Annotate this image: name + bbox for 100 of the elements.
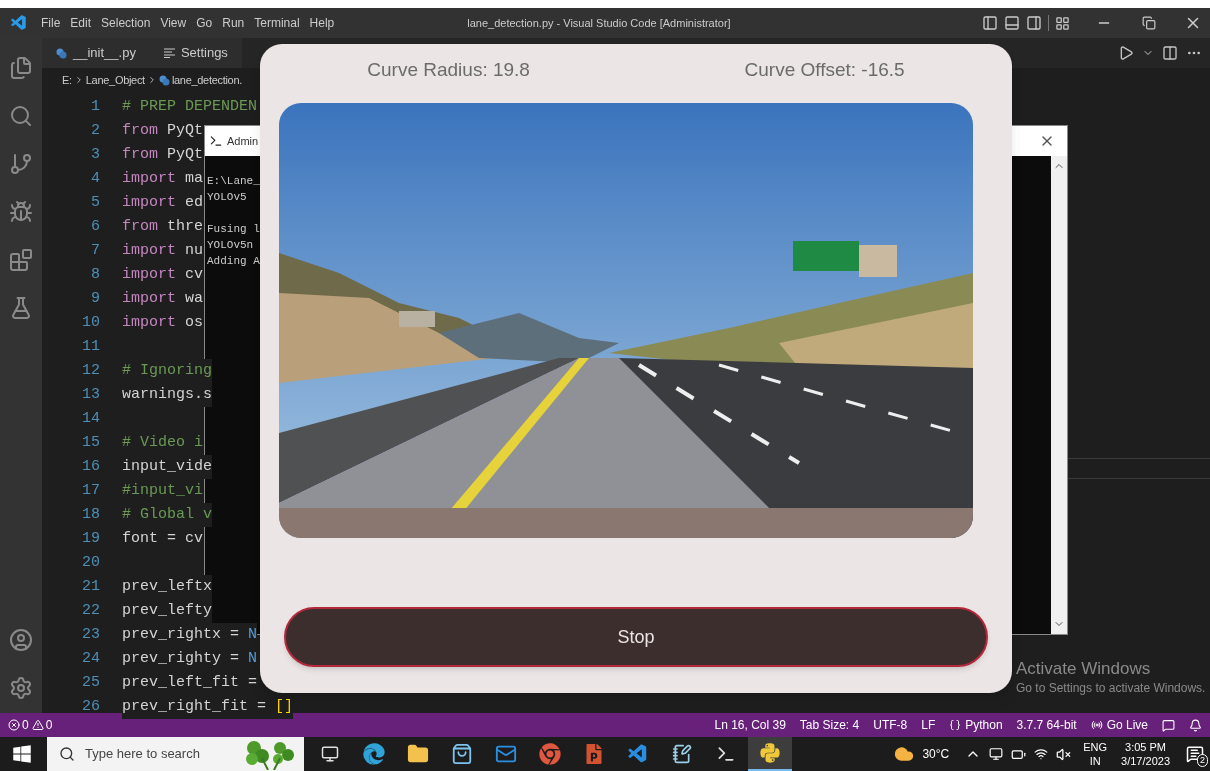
- menu-item[interactable]: Edit: [65, 14, 97, 32]
- explorer-icon[interactable]: [9, 56, 33, 80]
- window-title: lane_detection.py - Visual Studio Code [Administrator]: [467, 15, 731, 31]
- temperature[interactable]: 30°C: [922, 745, 950, 763]
- line-number: 26: [81, 697, 100, 717]
- lines-icon: [163, 48, 175, 58]
- speaker-muted-icon[interactable]: [1056, 746, 1072, 762]
- line-number: 23: [81, 625, 100, 645]
- clock-date: 3/17/2023: [1121, 754, 1170, 768]
- status-item[interactable]: Tab Size: 4: [799, 716, 860, 734]
- run-icon[interactable]: [1118, 45, 1134, 61]
- extensions-icon[interactable]: [9, 248, 33, 272]
- line-number: 21: [81, 577, 100, 597]
- line-number: 14: [81, 409, 100, 429]
- line-number: 11: [81, 337, 100, 357]
- line-number: 10: [81, 313, 100, 333]
- language-indicator[interactable]: ENG IN: [1083, 740, 1108, 768]
- curve-offset-label: Curve Offset: -16.5: [744, 57, 905, 82]
- activation-title: Activate Windows: [1016, 658, 1152, 680]
- menu-item[interactable]: Terminal: [249, 14, 305, 32]
- go-live-status[interactable]: Go Live: [1090, 716, 1148, 734]
- line-number: 5: [90, 193, 100, 213]
- app-logo-icon: [10, 14, 28, 32]
- line-number: 1: [90, 97, 100, 117]
- line-number: 3: [90, 145, 100, 165]
- error-icon: [8, 719, 20, 731]
- language-status[interactable]: Python: [949, 716, 1003, 734]
- clock[interactable]: 3:05 PM 3/17/2023: [1121, 740, 1170, 768]
- terminal-icon: [716, 744, 736, 764]
- wifi-icon[interactable]: [1034, 747, 1049, 761]
- console-line: Adding A: [207, 254, 260, 269]
- console-line: Fusing l: [207, 222, 260, 237]
- menu-item[interactable]: Help: [304, 14, 340, 32]
- chrome-browser-icon: [539, 743, 561, 765]
- error-count[interactable]: 0: [22, 716, 29, 734]
- run-debug-icon[interactable]: [9, 200, 33, 224]
- braces-icon: [949, 719, 962, 731]
- editor-tab[interactable]: __init__.py: [42, 38, 150, 68]
- python-file-icon: [56, 47, 67, 59]
- panel-toggle-icon[interactable]: [1004, 15, 1020, 31]
- line-number: 17: [81, 481, 100, 501]
- menu-item[interactable]: View: [155, 14, 192, 32]
- breadcrumb-item[interactable]: E:: [62, 71, 72, 89]
- layout-icon[interactable]: [1055, 15, 1070, 31]
- menu-item[interactable]: Selection: [96, 14, 156, 32]
- activation-subtitle: Go to Settings to activate Windows.: [1016, 680, 1206, 696]
- source-control-icon[interactable]: [9, 152, 33, 176]
- language-code: ENG: [1083, 740, 1108, 754]
- restore-icon[interactable]: [1142, 16, 1156, 30]
- status-item[interactable]: Ln 16, Col 39: [714, 716, 786, 734]
- region-code: IN: [1089, 754, 1101, 768]
- line-number: 12: [81, 361, 100, 381]
- line-number: 8: [90, 265, 100, 285]
- line-number: 6: [90, 217, 100, 237]
- menu-item[interactable]: Run: [217, 14, 250, 32]
- line-number: 25: [81, 673, 100, 693]
- console-icon: [209, 134, 223, 148]
- feedback-icon[interactable]: [1162, 718, 1175, 732]
- browser-icon: [363, 743, 385, 765]
- warning-count[interactable]: 0: [45, 716, 53, 734]
- start-icon[interactable]: [12, 744, 32, 764]
- breadcrumb-item[interactable]: lane_detection.: [171, 71, 242, 89]
- warning-icon: [31, 719, 44, 731]
- line-number: 7: [90, 241, 100, 261]
- taskbar-search-field[interactable]: Type here to search: [47, 737, 304, 771]
- weather-icon[interactable]: [894, 744, 915, 764]
- store-bag-icon: [451, 743, 473, 765]
- line-number: 2: [90, 121, 100, 141]
- line-number: 18: [81, 505, 100, 525]
- status-item[interactable]: 3.7.7 64-bit: [1016, 716, 1077, 734]
- presentation-icon: [584, 744, 604, 764]
- taskbar-app[interactable]: [748, 737, 792, 771]
- console-line: YOLOv5n: [207, 238, 254, 253]
- console-line: E:\Lane_: [207, 174, 260, 189]
- search-icon: [59, 746, 75, 762]
- stop-button[interactable]: Stop: [284, 607, 988, 667]
- flask-icon[interactable]: [9, 296, 33, 320]
- status-item[interactable]: LF: [921, 716, 936, 734]
- editor-tab[interactable]: Settings: [149, 38, 242, 68]
- line-number: 16: [81, 457, 100, 477]
- account-icon[interactable]: [9, 628, 33, 652]
- console-line: YOLOv5: [207, 190, 247, 205]
- line-number: 4: [90, 169, 100, 189]
- clock-time: 3:05 PM: [1125, 740, 1166, 754]
- breadcrumb-item[interactable]: Lane_Object: [85, 71, 145, 89]
- split-editor-icon[interactable]: [1162, 45, 1178, 61]
- sidebar-toggle-icon[interactable]: [982, 15, 998, 31]
- secondary-sidebar-icon[interactable]: [1026, 15, 1042, 31]
- line-number: 22: [81, 601, 100, 621]
- settings-icon[interactable]: [9, 676, 33, 700]
- notepad-icon: [672, 744, 692, 764]
- notifications-icon[interactable]: [1189, 718, 1202, 732]
- search-icon[interactable]: [9, 104, 33, 128]
- clover-drawing: [244, 738, 296, 770]
- status-item[interactable]: UTF-8: [873, 716, 908, 734]
- console-title: Admin: [227, 133, 259, 149]
- line-number: 19: [81, 529, 100, 549]
- menu-item[interactable]: File: [36, 14, 66, 32]
- menu-item[interactable]: Go: [191, 14, 218, 32]
- notification-badge: 2: [1197, 754, 1208, 767]
